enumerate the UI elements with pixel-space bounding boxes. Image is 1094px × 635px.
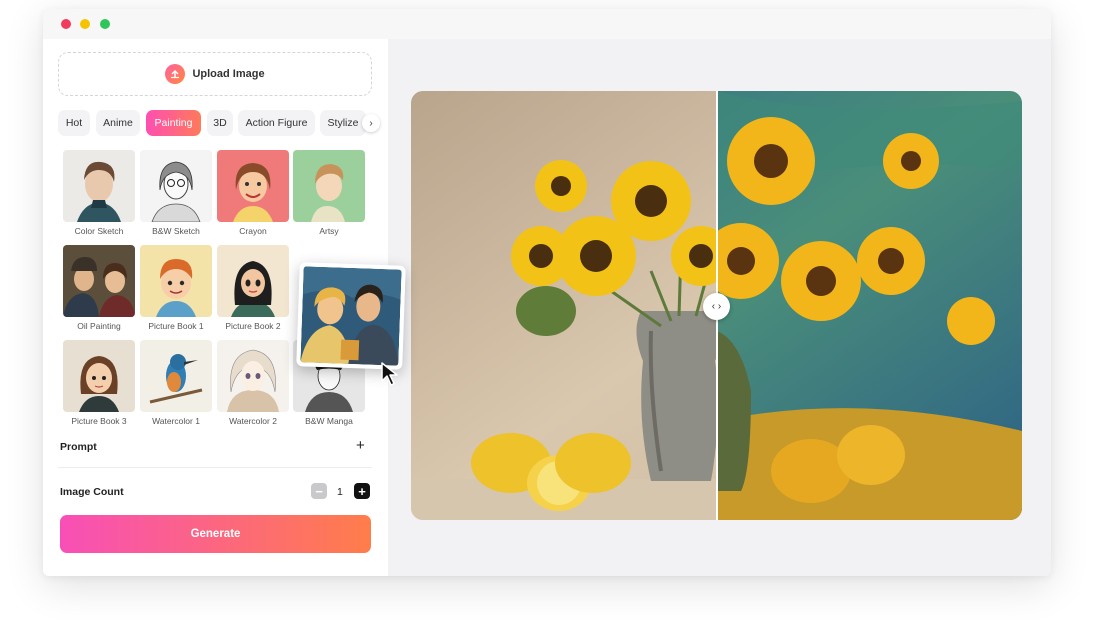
bw-sketch-thumbnail — [140, 150, 212, 222]
style-picture-book-1[interactable]: Picture Book 1 — [140, 245, 212, 331]
style-watercolor-1[interactable]: Watercolor 1 — [140, 340, 212, 426]
style-label: Picture Book 1 — [148, 321, 204, 331]
before-after-comparison[interactable]: ‹ › — [411, 91, 1022, 520]
style-oil-painting[interactable]: Oil Painting — [63, 245, 135, 331]
generate-button[interactable]: Generate — [60, 515, 371, 553]
style-picture-book-2[interactable]: Picture Book 2 — [217, 245, 289, 331]
tab-anime[interactable]: Anime — [96, 110, 140, 136]
tab-action-figure[interactable]: Action Figure — [238, 110, 315, 136]
style-label: Oil Painting — [77, 321, 121, 331]
oil-painting-couple-image — [300, 266, 402, 366]
pointer-cursor-icon — [380, 361, 402, 392]
style-watercolor-2[interactable]: Watercolor 2 — [217, 340, 289, 426]
upload-image-button[interactable]: Upload Image — [58, 52, 372, 96]
chevron-left-right-icon[interactable]: ‹ › — [703, 293, 730, 320]
style-bw-sketch[interactable]: B&W Sketch — [140, 150, 212, 236]
upload-image-label: Upload Image — [192, 68, 265, 80]
style-label: Watercolor 1 — [152, 416, 200, 426]
picture-book-1-thumbnail — [140, 245, 212, 317]
style-color-sketch[interactable]: Color Sketch — [63, 150, 135, 236]
picture-book-2-thumbnail — [217, 245, 289, 317]
style-label: Picture Book 2 — [225, 321, 281, 331]
divider — [58, 467, 372, 468]
style-crayon[interactable]: Crayon — [217, 150, 289, 236]
app-window: Upload Image Hot Anime Painting 3D Actio… — [43, 9, 1051, 576]
style-label: B&W Manga — [305, 416, 353, 426]
style-category-tabs: Hot Anime Painting 3D Action Figure Styl… — [58, 110, 380, 136]
style-picture-book-3[interactable]: Picture Book 3 — [63, 340, 135, 426]
style-label: Color Sketch — [74, 226, 124, 236]
close-window-button[interactable] — [61, 19, 71, 29]
watercolor-2-thumbnail — [217, 340, 289, 412]
maximize-window-button[interactable] — [100, 19, 110, 29]
minimize-window-button[interactable] — [80, 19, 90, 29]
style-label: Picture Book 3 — [71, 416, 127, 426]
dragged-style-preview[interactable] — [296, 262, 406, 370]
chevron-right-icon[interactable]: › — [362, 114, 380, 132]
tab-3d[interactable]: 3D — [207, 110, 233, 136]
tab-painting[interactable]: Painting — [146, 110, 201, 136]
crayon-thumbnail — [217, 150, 289, 222]
artsy-thumbnail — [293, 150, 365, 222]
style-label: Crayon — [239, 226, 267, 236]
style-label: Watercolor 2 — [229, 416, 277, 426]
style-label: B&W Sketch — [152, 226, 200, 236]
upload-icon — [165, 64, 186, 84]
oil-painting-thumbnail — [63, 245, 135, 317]
image-count-label: Image Count — [60, 486, 124, 498]
prompt-label: Prompt — [60, 441, 97, 453]
tab-stylize[interactable]: Stylize — [320, 110, 366, 136]
title-bar — [43, 9, 1051, 39]
sidebar: Upload Image Hot Anime Painting 3D Actio… — [43, 39, 406, 576]
decrease-count-button[interactable]: − — [311, 483, 327, 499]
add-prompt-plus-icon[interactable]: + — [356, 438, 365, 453]
color-sketch-thumbnail — [63, 150, 135, 222]
tab-hot[interactable]: Hot — [58, 110, 90, 136]
style-label: Artsy — [319, 226, 339, 236]
image-count-value: 1 — [337, 486, 343, 498]
increase-count-button[interactable]: + — [354, 483, 370, 499]
picture-book-3-thumbnail — [63, 340, 135, 412]
watercolor-1-thumbnail — [140, 340, 212, 412]
style-artsy[interactable]: Artsy — [293, 150, 365, 236]
